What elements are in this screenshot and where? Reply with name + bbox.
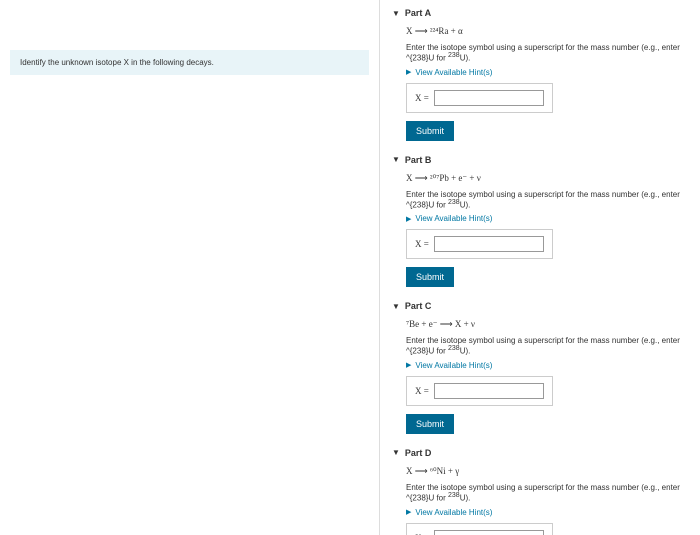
chevron-down-icon: ▼ (392, 302, 400, 311)
hints-label: View Available Hint(s) (415, 68, 492, 77)
part-a-equation: X ⟶ ²²⁴Ra + α (406, 26, 688, 37)
input-label: X = (415, 93, 429, 103)
part-d-header[interactable]: ▼ Part D (392, 448, 688, 458)
part-c-submit-button[interactable]: Submit (406, 414, 454, 434)
part-c-input-row: X = (406, 376, 553, 406)
part-c-instruction: Enter the isotope symbol using a supersc… (406, 336, 688, 356)
part-c-hints-link[interactable]: ▶ View Available Hint(s) (406, 361, 688, 370)
hints-label: View Available Hint(s) (415, 361, 492, 370)
part-b-equation: X ⟶ ²⁰⁷Pb + e⁻ + ν (406, 173, 688, 184)
part-c-title: Part C (405, 301, 432, 311)
play-icon: ▶ (406, 361, 411, 369)
chevron-down-icon: ▼ (392, 155, 400, 164)
part-d-hints-link[interactable]: ▶ View Available Hint(s) (406, 508, 688, 517)
chevron-down-icon: ▼ (392, 448, 400, 457)
part-c-equation: ⁷Be + e⁻ ⟶ X + ν (406, 319, 688, 330)
part-b-title: Part B (405, 155, 432, 165)
chevron-down-icon: ▼ (392, 9, 400, 18)
part-b-input-row: X = (406, 229, 553, 259)
play-icon: ▶ (406, 508, 411, 516)
part-c: ▼ Part C ⁷Be + e⁻ ⟶ X + ν Enter the isot… (392, 301, 688, 434)
part-a-input-row: X = (406, 83, 553, 113)
question-prompt: Identify the unknown isotope X in the fo… (10, 50, 369, 75)
part-c-input[interactable] (434, 383, 544, 399)
part-d-title: Part D (405, 448, 432, 458)
part-d-equation: X ⟶ ⁶⁰Ni + γ (406, 466, 688, 477)
hints-label: View Available Hint(s) (415, 214, 492, 223)
part-a-submit-button[interactable]: Submit (406, 121, 454, 141)
part-a-title: Part A (405, 8, 431, 18)
part-a-instruction: Enter the isotope symbol using a supersc… (406, 43, 688, 63)
part-b-header[interactable]: ▼ Part B (392, 155, 688, 165)
part-b: ▼ Part B X ⟶ ²⁰⁷Pb + e⁻ + ν Enter the is… (392, 155, 688, 288)
input-label: X = (415, 386, 429, 396)
part-d: ▼ Part D X ⟶ ⁶⁰Ni + γ Enter the isotope … (392, 448, 688, 535)
part-d-instruction: Enter the isotope symbol using a supersc… (406, 483, 688, 503)
part-c-header[interactable]: ▼ Part C (392, 301, 688, 311)
hints-label: View Available Hint(s) (415, 508, 492, 517)
part-a-hints-link[interactable]: ▶ View Available Hint(s) (406, 68, 688, 77)
part-b-instruction: Enter the isotope symbol using a supersc… (406, 190, 688, 210)
left-pane: Identify the unknown isotope X in the fo… (0, 0, 380, 535)
part-a-header[interactable]: ▼ Part A (392, 8, 688, 18)
part-d-input[interactable] (434, 530, 544, 535)
part-b-input[interactable] (434, 236, 544, 252)
part-d-input-row: X = (406, 523, 553, 535)
right-pane: ▼ Part A X ⟶ ²²⁴Ra + α Enter the isotope… (380, 0, 700, 535)
part-b-hints-link[interactable]: ▶ View Available Hint(s) (406, 214, 688, 223)
part-b-submit-button[interactable]: Submit (406, 267, 454, 287)
input-label: X = (415, 239, 429, 249)
part-a: ▼ Part A X ⟶ ²²⁴Ra + α Enter the isotope… (392, 8, 688, 141)
play-icon: ▶ (406, 215, 411, 223)
part-a-input[interactable] (434, 90, 544, 106)
play-icon: ▶ (406, 68, 411, 76)
